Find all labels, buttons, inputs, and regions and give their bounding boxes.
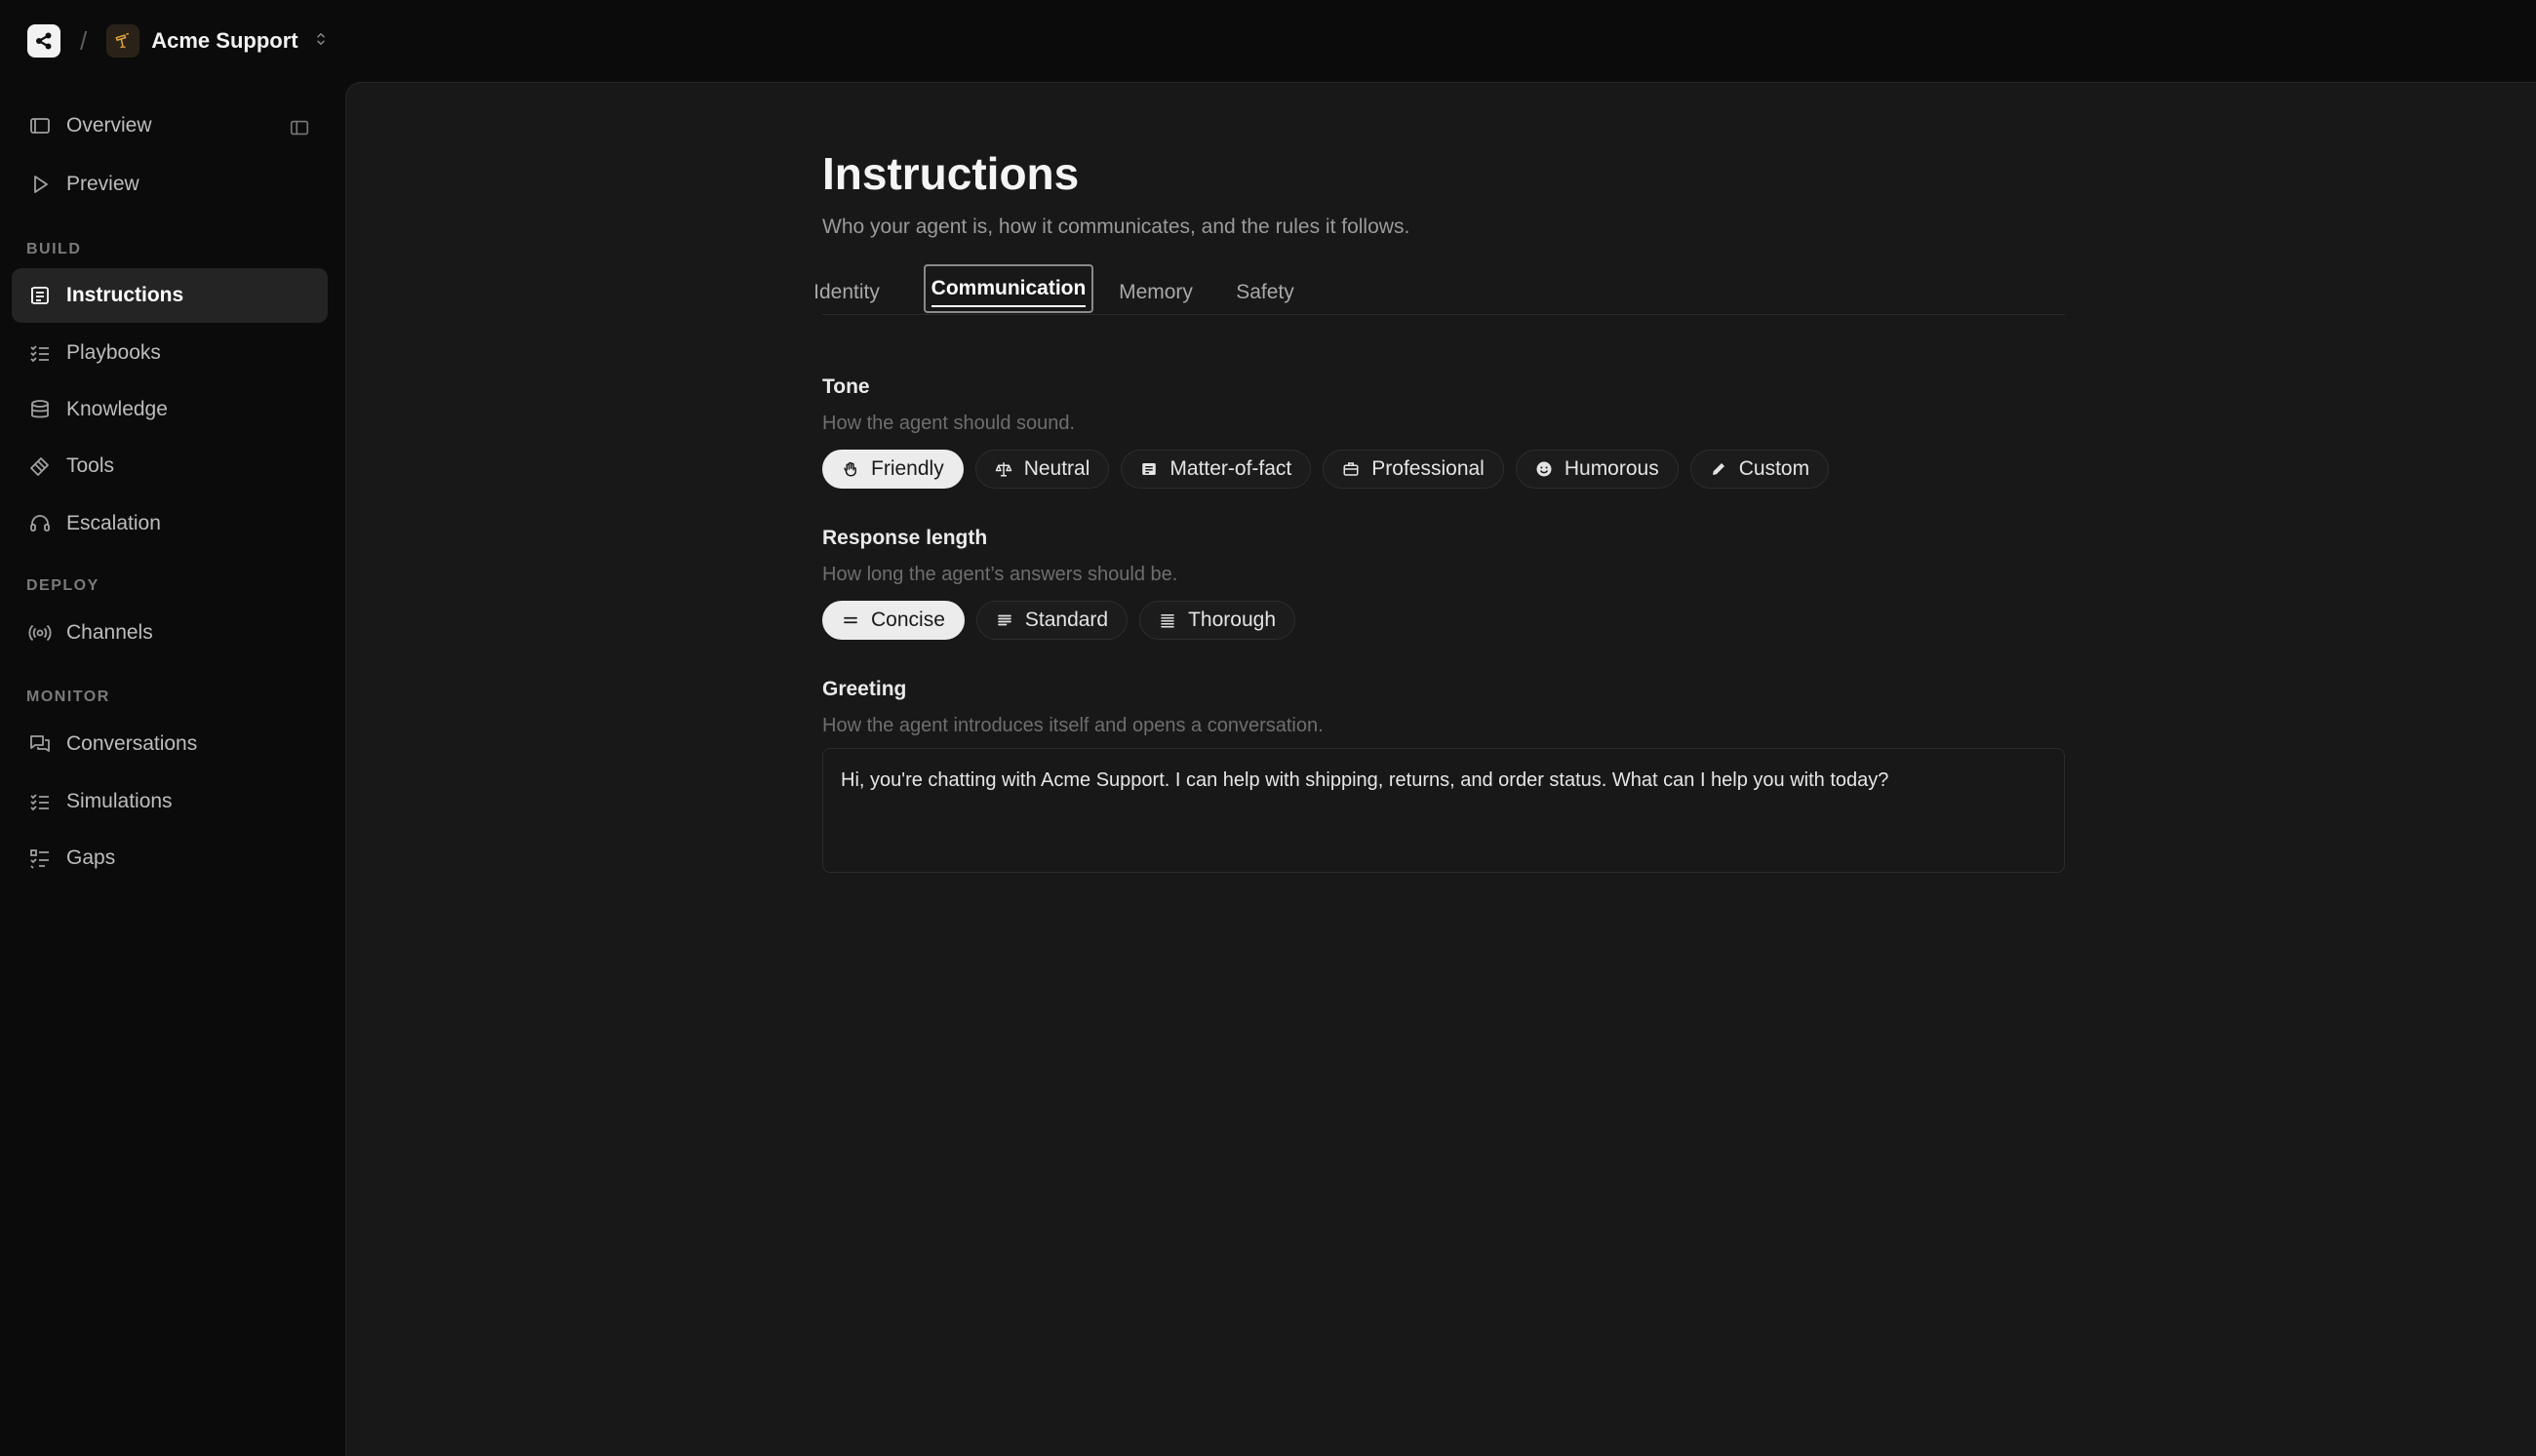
sidebar-item-instructions[interactable]: Instructions [12,268,328,323]
chip-label: Professional [1371,457,1485,480]
sidebar-item-label: Conversations [66,732,198,755]
tone-label: Tone [822,375,870,398]
sidebar-item-simulations[interactable]: Simulations [12,774,328,829]
sidebar-item-label: Simulations [66,790,173,812]
database-icon [27,397,53,422]
scale-icon [995,460,1012,478]
sidebar-item-label: Escalation [66,512,161,534]
tab-memory[interactable]: Memory [1115,270,1197,315]
page-subtitle: Who your agent is, how it communicates, … [822,216,1410,238]
main-panel: Instructions Who your agent is, how it c… [345,82,2536,1456]
pencil-icon [1710,460,1727,478]
tools-icon [27,453,53,479]
briefcase-icon [1342,460,1360,478]
sidebar-item-label: Overview [66,114,152,137]
sidebar-item-playbooks[interactable]: Playbooks [12,326,328,380]
chevron-up-down-icon[interactable] [312,30,330,53]
medium-lines-icon [996,611,1013,629]
tab-safety[interactable]: Safety [1232,270,1298,315]
sidebar-item-label: Tools [66,454,115,477]
sidebar-item-label: Knowledge [66,398,168,420]
chip-label: Concise [871,609,945,631]
sidebar-item-conversations[interactable]: Conversations [12,717,328,771]
tone-option-matter-of-fact[interactable]: Matter-of-fact [1121,450,1312,489]
chip-label: Thorough [1188,609,1277,631]
tone-option-friendly[interactable]: Friendly [822,450,964,489]
length-option-thorough[interactable]: Thorough [1139,601,1296,640]
gaps-icon [27,846,53,871]
chip-label: Standard [1024,609,1109,631]
section-label-build: BUILD [26,241,82,257]
tone-option-neutral[interactable]: Neutral [974,450,1110,489]
sidebar-item-channels[interactable]: Channels [12,606,328,660]
response-length-label: Response length [822,527,988,549]
project-name[interactable]: Acme Support [151,28,297,54]
overview-icon [27,113,53,138]
chip-label: Friendly [871,457,944,480]
top-bar: / Acme Support [0,0,2536,82]
sidebar-item-label: Playbooks [66,341,161,364]
sidebar: Overview Preview BUILD Instructions Play… [0,82,345,1456]
play-icon [27,172,53,197]
chip-label: Humorous [1564,457,1659,480]
chip-label: Matter-of-fact [1169,457,1292,480]
tone-options: Friendly Neutral Matter-of-fact Professi… [822,450,1830,489]
tone-option-professional[interactable]: Professional [1323,450,1504,489]
broadcast-icon [27,620,53,646]
sidebar-item-overview[interactable]: Overview [12,98,328,153]
length-option-standard[interactable]: Standard [975,601,1129,640]
section-label-deploy: DEPLOY [26,577,99,594]
greeting-label: Greeting [822,678,907,700]
checklist-icon [27,789,53,814]
section-label-monitor: MONITOR [26,689,110,705]
long-lines-icon [1159,611,1176,629]
response-length-options: Concise Standard Thorough [822,601,1296,640]
sidebar-item-gaps[interactable]: Gaps [12,831,328,885]
sidebar-item-label: Gaps [66,846,116,869]
app-logo-icon[interactable] [27,24,60,58]
sidebar-item-tools[interactable]: Tools [12,439,328,493]
headset-icon [27,511,53,536]
document-icon [1140,460,1158,478]
sidebar-item-preview[interactable]: Preview [12,157,328,212]
length-option-concise[interactable]: Concise [822,601,965,640]
sidebar-item-label: Preview [66,173,139,195]
smiley-icon [1535,460,1553,478]
breadcrumb-separator: / [80,25,88,56]
project-avatar-icon[interactable] [106,24,140,58]
sidebar-item-label: Channels [66,621,153,644]
tone-option-custom[interactable]: Custom [1689,450,1830,489]
sidebar-item-label: Instructions [66,284,184,306]
tab-communication[interactable]: Communication [924,264,1093,313]
chip-label: Custom [1738,457,1810,480]
tone-option-humorous[interactable]: Humorous [1515,450,1679,489]
tab-identity[interactable]: Identity [813,270,880,315]
chip-label: Neutral [1023,457,1090,480]
sidebar-item-escalation[interactable]: Escalation [12,496,328,551]
page-title: Instructions [822,148,1080,199]
sidebar-item-knowledge[interactable]: Knowledge [12,382,328,437]
response-length-help: How long the agent’s answers should be. [822,564,1178,585]
tab-bar: Identity Communication Memory Safety [813,264,2065,315]
wave-hand-icon [842,460,859,478]
chat-icon [27,731,53,757]
tone-help: How the agent should sound. [822,413,1076,434]
greeting-textarea[interactable]: Hi, you're chatting with Acme Support. I… [822,748,2065,873]
greeting-help: How the agent introduces itself and open… [822,715,1324,736]
short-lines-icon [842,611,859,629]
checklist-icon [27,340,53,366]
instructions-icon [27,283,53,308]
